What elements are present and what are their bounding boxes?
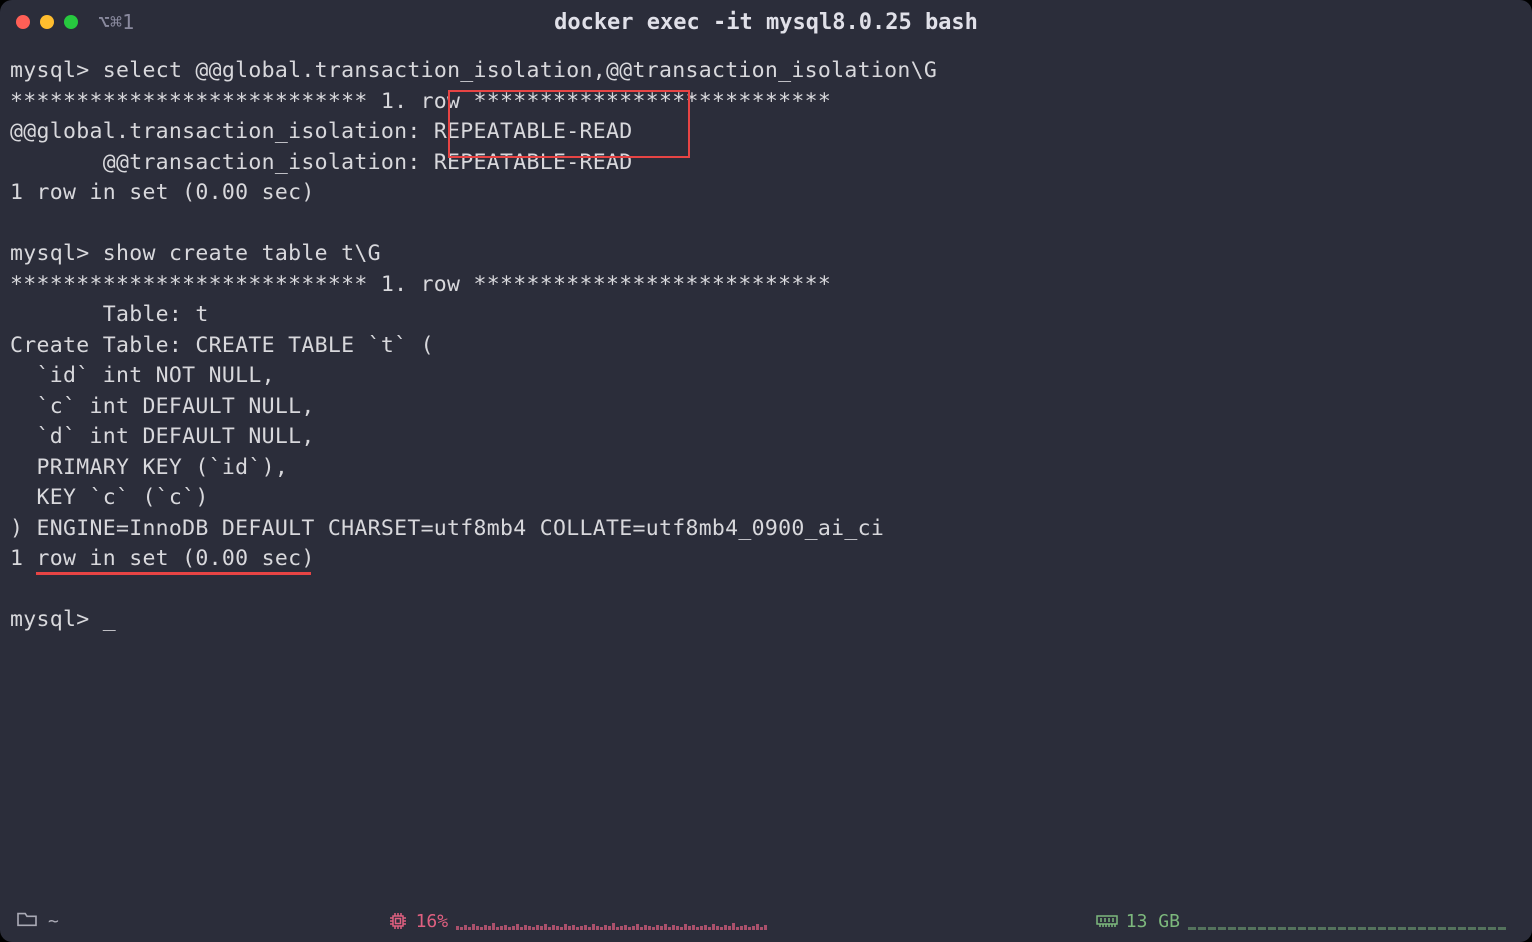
folder-icon [16, 910, 38, 933]
result-label: @@transaction_isolation: [10, 150, 434, 175]
window-title: docker exec -it mysql8.0.25 bash [554, 10, 978, 35]
prompt: mysql> [10, 58, 103, 83]
prompt: mysql> [10, 241, 103, 266]
prompt: mysql> [10, 607, 103, 632]
result-label: @@global.transaction_isolation: [10, 119, 434, 144]
memory-graph [1188, 912, 1506, 930]
table-name-line: Table: t [10, 302, 209, 327]
row-separator: *************************** 1. row *****… [10, 89, 831, 114]
cpu-sparkline [456, 912, 767, 930]
tab-indicator: ⌥⌘1 [98, 10, 134, 34]
cpu-status: 16% [388, 911, 768, 932]
column-def: `d` int DEFAULT NULL, [10, 424, 315, 449]
memory-icon [1096, 913, 1118, 929]
command-text: show create table t\G [103, 241, 381, 266]
primary-key-line: PRIMARY KEY (`id`), [10, 455, 288, 480]
column-def: `id` int NOT NULL, [10, 363, 275, 388]
column-def: `c` int DEFAULT NULL, [10, 394, 315, 419]
close-button[interactable] [16, 15, 30, 29]
result-value: REPEATABLE-READ [434, 150, 633, 175]
result-value: REPEATABLE-READ [434, 119, 633, 144]
cursor: _ [103, 605, 116, 636]
status-left: ~ [16, 910, 59, 933]
terminal-window: ⌥⌘1 docker exec -it mysql8.0.25 bash mys… [0, 0, 1532, 942]
cpu-percent: 16% [416, 911, 449, 932]
titlebar: ⌥⌘1 docker exec -it mysql8.0.25 bash [0, 0, 1532, 44]
statusbar: ~ 16% [0, 900, 1532, 942]
maximize-button[interactable] [64, 15, 78, 29]
result-footer: 1 row in set (0.00 sec) [10, 546, 315, 571]
row-separator: *************************** 1. row *****… [10, 272, 831, 297]
current-path: ~ [48, 911, 59, 932]
terminal-content[interactable]: mysql> select @@global.transaction_isola… [0, 44, 1532, 900]
window-controls [16, 15, 78, 29]
command-text: select @@global.transaction_isolation,@@… [103, 58, 937, 83]
result-footer: 1 row in set (0.00 sec) [10, 180, 315, 205]
memory-status: 13 GB [1096, 911, 1506, 932]
create-table-line: Create Table: CREATE TABLE `t` ( [10, 333, 434, 358]
minimize-button[interactable] [40, 15, 54, 29]
key-line: KEY `c` (`c`) [10, 485, 209, 510]
memory-value: 13 GB [1126, 911, 1180, 932]
cpu-icon [388, 911, 408, 931]
engine-line: ) ENGINE=InnoDB DEFAULT CHARSET=utf8mb4 … [10, 516, 884, 541]
underline-annotation [36, 572, 311, 575]
